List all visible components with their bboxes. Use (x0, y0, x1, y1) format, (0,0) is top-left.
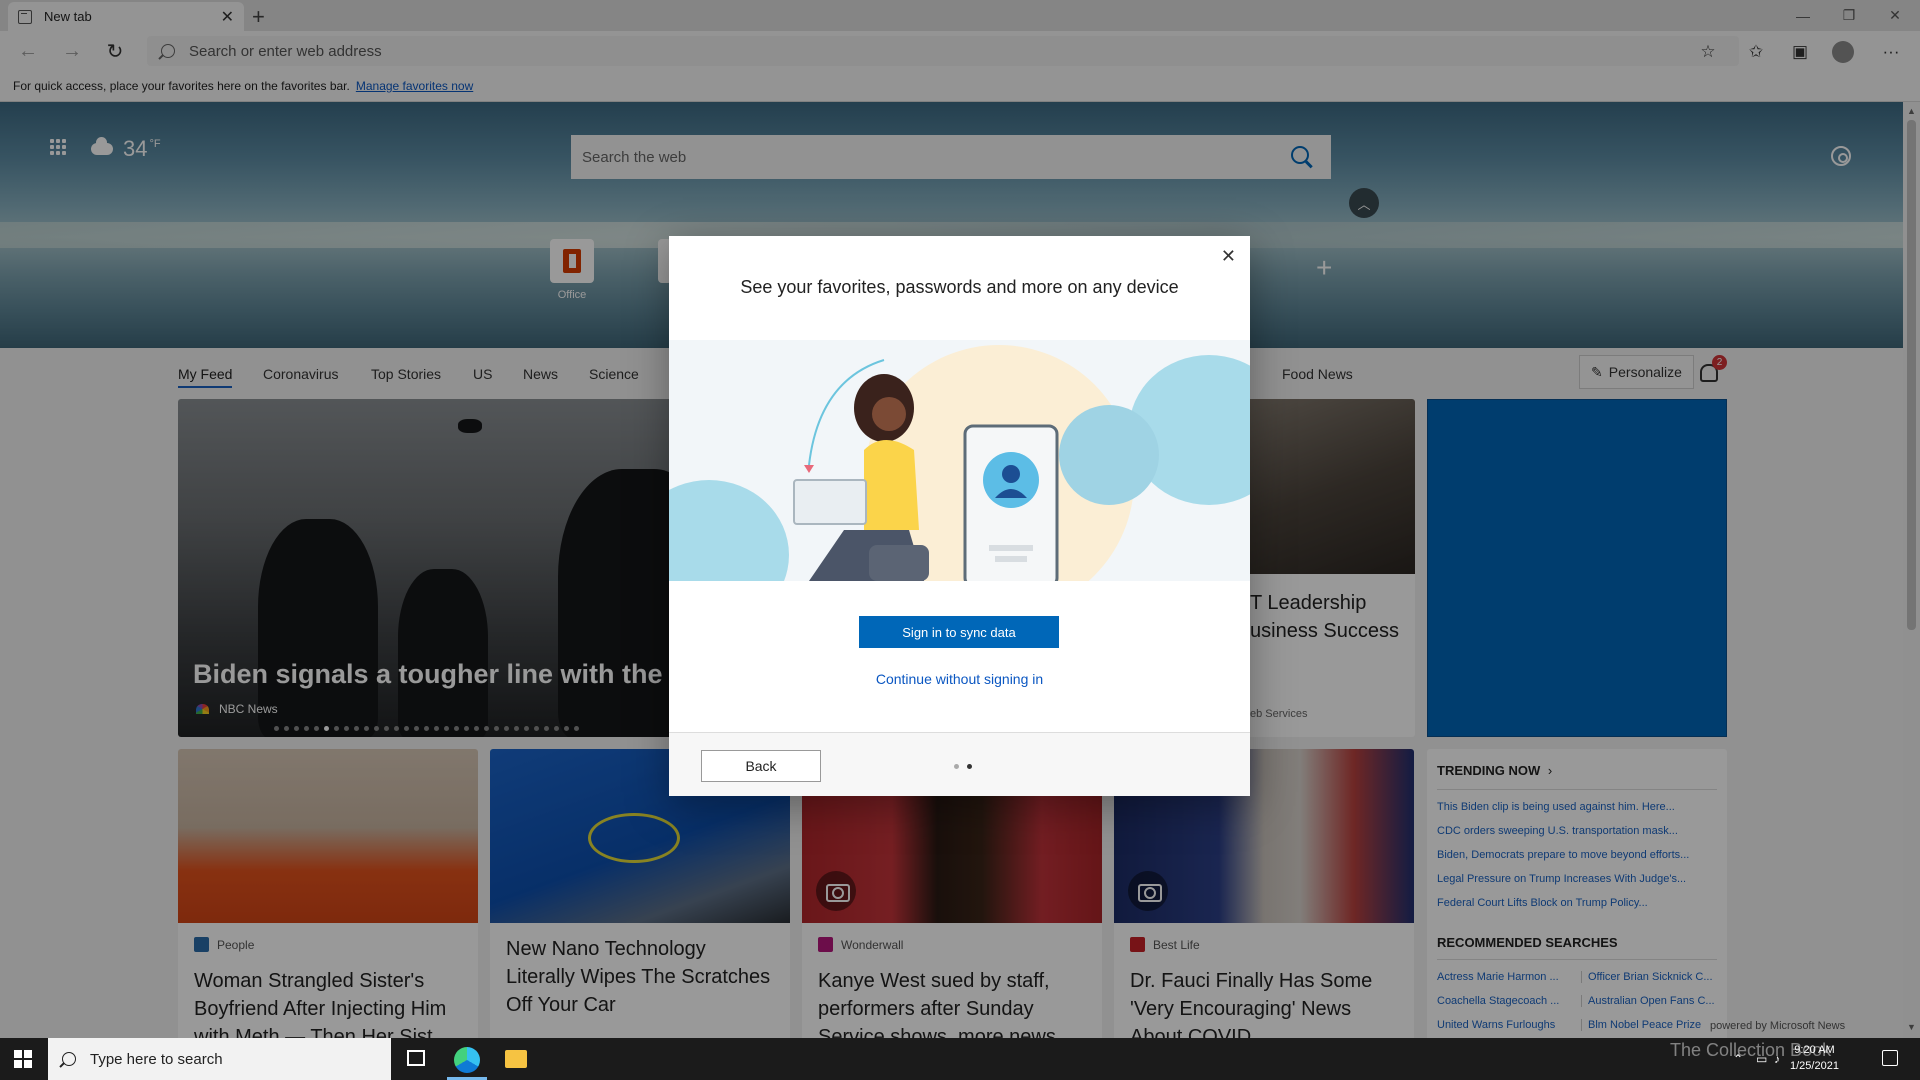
sync-dialog: ✕ See your favorites, passwords and more… (669, 236, 1250, 796)
page-indicator (954, 764, 972, 769)
person-sweater (864, 440, 919, 530)
edge-browser-icon[interactable] (454, 1047, 480, 1073)
task-view-icon[interactable] (407, 1050, 425, 1066)
taskbar-search-box[interactable]: Type here to search (48, 1038, 391, 1080)
page-dot (967, 764, 972, 769)
close-icon[interactable]: ✕ (1221, 246, 1236, 267)
laptop-icon (793, 479, 867, 525)
sign-in-sync-button[interactable]: Sign in to sync data (859, 616, 1059, 648)
search-icon (62, 1052, 76, 1066)
illustration-svg (669, 345, 1250, 581)
windows-start-icon[interactable] (14, 1050, 32, 1068)
dialog-title: See your favorites, passwords and more o… (740, 277, 1179, 297)
arrow-tip (804, 465, 814, 473)
seat-shape (869, 545, 929, 581)
action-center-icon[interactable] (1882, 1050, 1898, 1066)
sync-illustration (669, 340, 1250, 581)
watermark-text: The Collection Book (1670, 1040, 1832, 1060)
file-explorer-icon[interactable] (505, 1050, 527, 1068)
phone-text-line (995, 556, 1027, 562)
avatar-head (1002, 465, 1020, 483)
cloud-shape (669, 480, 789, 581)
windows-taskbar: Type here to search ⌃ ▭ ♪ 9:20 AM 1/25/2… (0, 1038, 1920, 1080)
phone-text-line (989, 545, 1033, 551)
person-face (872, 397, 906, 431)
continue-without-signing-in-link[interactable]: Continue without signing in (669, 671, 1250, 687)
back-button[interactable]: Back (701, 750, 821, 782)
taskbar-search-placeholder: Type here to search (90, 1050, 223, 1068)
dialog-footer: Back (669, 732, 1250, 796)
page-dot (954, 764, 959, 769)
cloud-shape (1059, 405, 1159, 505)
